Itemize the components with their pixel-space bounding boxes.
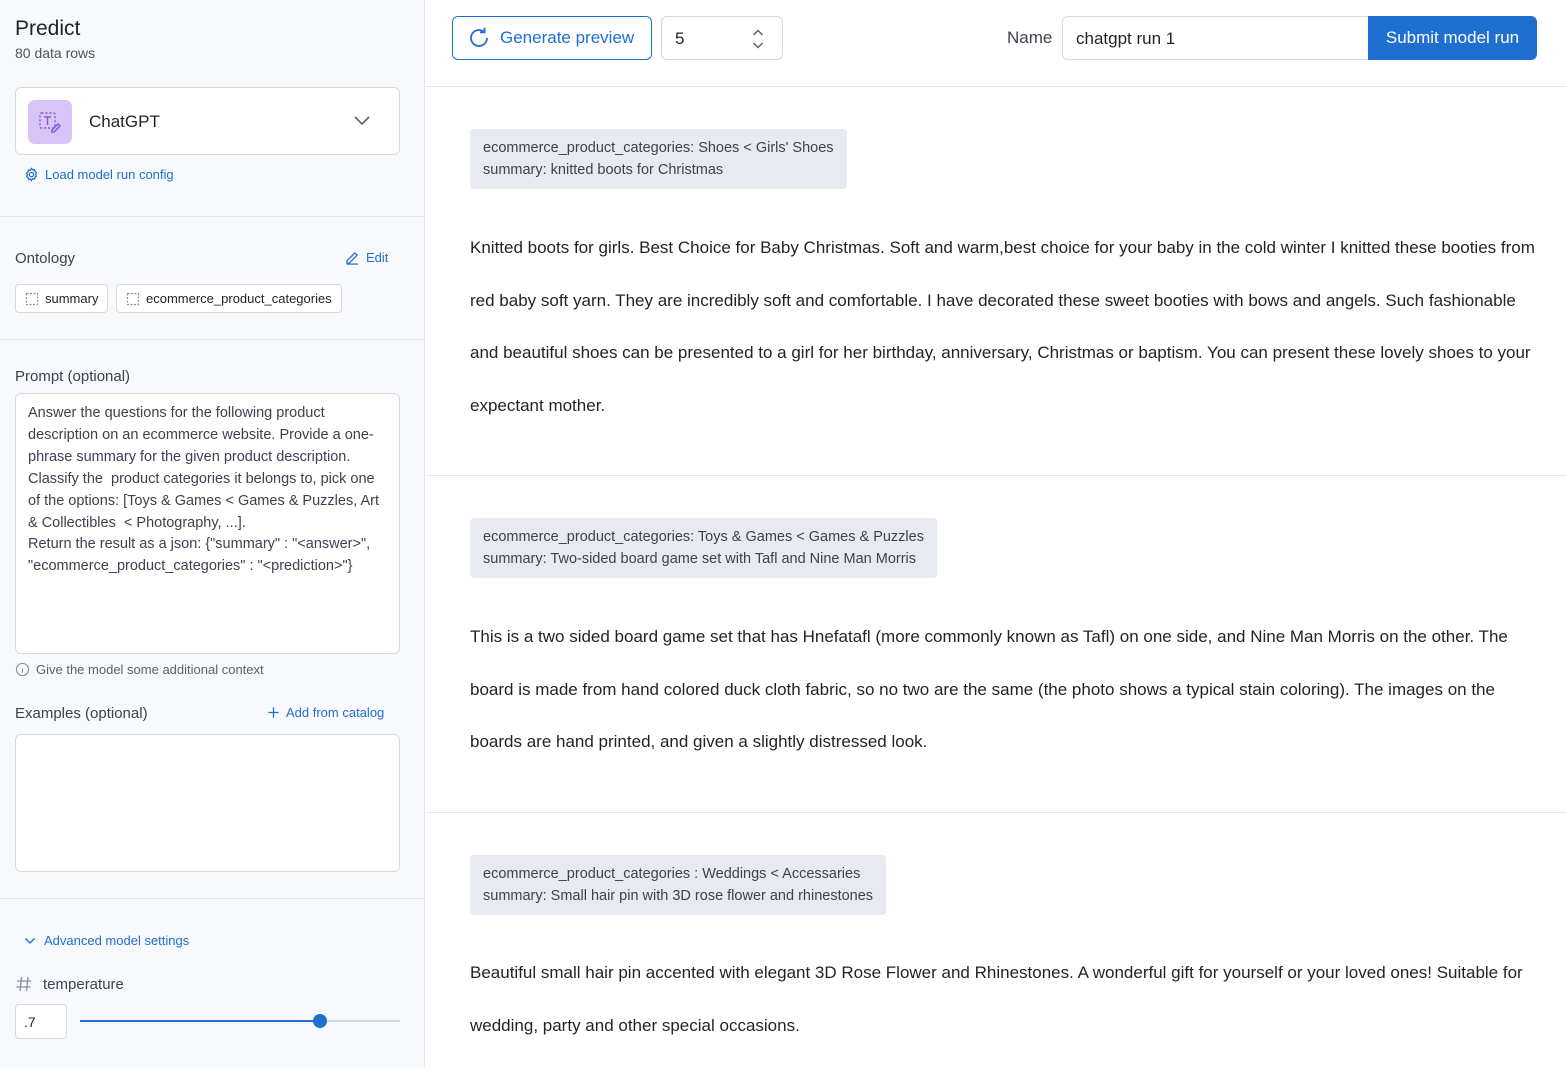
temperature-row: temperature: [15, 975, 124, 993]
advanced-model-settings-label: Advanced model settings: [44, 933, 190, 948]
slider-thumb[interactable]: [313, 1014, 327, 1028]
run-name-input[interactable]: chatgpt run 1: [1062, 16, 1370, 60]
hash-icon: [16, 976, 31, 992]
category-prediction: ecommerce_product_categories: Shoes < Gi…: [483, 140, 834, 156]
prediction-tag: ecommerce_product_categories : Weddings …: [470, 855, 887, 915]
edit-label: Edit: [366, 250, 389, 265]
result-card: ecommerce_product_categories: Shoes < Gi…: [426, 88, 1566, 475]
advanced-model-settings-toggle[interactable]: Advanced model settings: [24, 933, 189, 948]
result-card: ecommerce_product_categories: Toys & Gam…: [426, 476, 1566, 812]
submit-model-run-button[interactable]: Submit model run: [1368, 16, 1537, 60]
category-prediction: ecommerce_product_categories: Toys & Gam…: [483, 529, 924, 545]
examples-textarea[interactable]: [15, 734, 400, 872]
summary-prediction: summary: Small hair pin with 3D rose flo…: [483, 888, 874, 904]
result-card: ecommerce_product_categories : Weddings …: [426, 813, 1566, 1068]
sidebar: Predict 80 data rows ChatGPT Load model …: [0, 0, 425, 1068]
toolbar: Generate preview 5 Name chatgpt run 1 Su…: [426, 0, 1566, 87]
summary-prediction: summary: Two-sided board game set with T…: [483, 551, 917, 567]
model-icon: [28, 100, 72, 144]
slider-fill: [80, 1020, 320, 1022]
main-panel: Generate preview 5 Name chatgpt run 1 Su…: [426, 0, 1566, 1068]
pencil-icon: [346, 251, 359, 265]
ontology-label: Ontology: [15, 250, 76, 267]
plus-icon: [268, 707, 279, 718]
divider: [0, 216, 425, 217]
prompt-label: Prompt (optional): [15, 368, 131, 385]
product-description: Knitted boots for girls. Best Choice for…: [470, 238, 1535, 415]
chevron-down-icon: [354, 116, 370, 126]
load-model-run-config-link[interactable]: Load model run config: [24, 167, 174, 182]
preview-count-stepper[interactable]: 5: [661, 16, 783, 60]
chip-label: ecommerce_product_categories: [146, 291, 332, 306]
refresh-icon: [470, 27, 488, 47]
page-title: Predict: [15, 17, 81, 40]
summary-prediction: summary: knitted boots for Christmas: [483, 162, 724, 178]
ontology-chip-ecommerce-product-categories[interactable]: ecommerce_product_categories: [116, 284, 342, 313]
chip-label: summary: [45, 291, 99, 306]
model-name: ChatGPT: [89, 112, 160, 131]
category-prediction: ecommerce_product_categories : Weddings …: [483, 866, 861, 882]
data-row-count: 80 data rows: [15, 45, 96, 61]
text-feature-icon: [25, 292, 39, 305]
load-model-run-config-label: Load model run config: [45, 167, 174, 182]
examples-label: Examples (optional): [15, 705, 148, 722]
prompt-hint-text: Give the model some additional context: [36, 662, 264, 677]
gear-icon: [25, 167, 38, 182]
add-from-catalog-button[interactable]: Add from catalog: [267, 705, 384, 720]
divider: [0, 339, 425, 340]
ontology-chip-summary[interactable]: summary: [15, 284, 109, 313]
run-name-label: Name: [1007, 28, 1053, 47]
preview-count-value: 5: [675, 29, 685, 48]
temperature-slider[interactable]: [80, 1014, 400, 1028]
temperature-input[interactable]: .7: [15, 1004, 67, 1039]
temperature-label: temperature: [43, 975, 124, 993]
generate-preview-button[interactable]: Generate preview: [452, 16, 652, 60]
divider: [0, 898, 425, 899]
prompt-textarea[interactable]: Answer the questions for the following p…: [15, 393, 400, 654]
info-icon: [15, 662, 30, 677]
generate-preview-label: Generate preview: [500, 28, 635, 47]
model-select[interactable]: ChatGPT: [15, 87, 400, 155]
prediction-tag: ecommerce_product_categories: Shoes < Gi…: [470, 129, 847, 189]
stepper-arrows-icon[interactable]: [751, 27, 765, 51]
prompt-hint: Give the model some additional context: [15, 662, 264, 677]
edit-ontology-button[interactable]: Edit: [345, 250, 388, 265]
prediction-tag: ecommerce_product_categories: Toys & Gam…: [470, 518, 937, 578]
chevron-down-icon: [25, 937, 35, 944]
add-from-catalog-label: Add from catalog: [286, 705, 385, 720]
product-description: This is a two sided board game set that …: [470, 627, 1508, 752]
product-description: Beautiful small hair pin accented with e…: [470, 963, 1523, 1035]
text-feature-icon: [126, 292, 140, 305]
